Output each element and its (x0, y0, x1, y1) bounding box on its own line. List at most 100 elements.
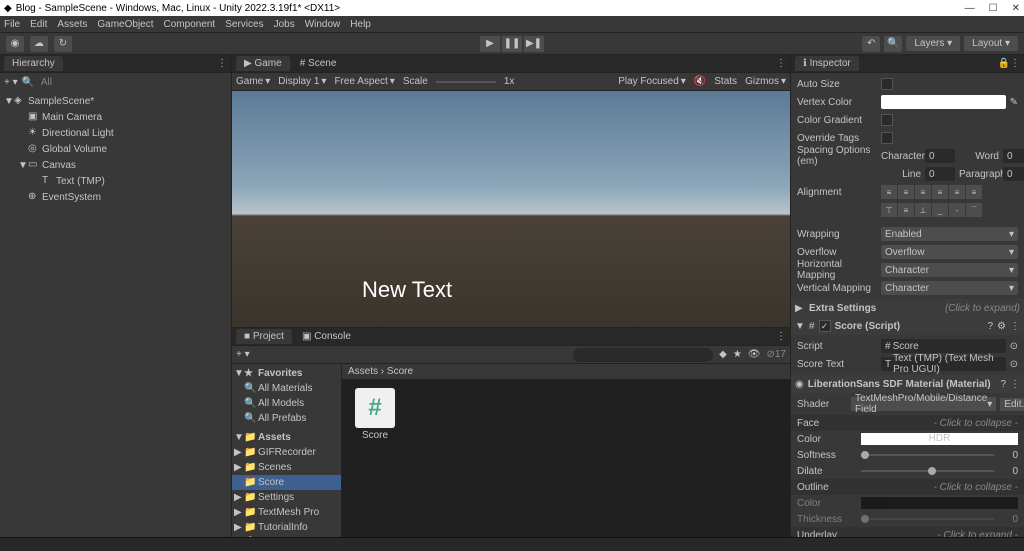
shader-dropdown[interactable]: TextMeshPro/Mobile/Distance Field▾ (851, 397, 996, 411)
material-header[interactable]: ◉ LiberationSans SDF Material (Material)… (791, 375, 1024, 393)
tab-project[interactable]: ■ Project (236, 329, 292, 344)
edit-button[interactable]: Edit... (1000, 398, 1024, 411)
tab-game[interactable]: ▶ Game (236, 56, 290, 71)
visibility-icon[interactable]: 👁 (748, 349, 761, 360)
menu-jobs[interactable]: Jobs (274, 19, 295, 30)
aspect-dropdown[interactable]: Free Aspect ▾ (334, 76, 394, 87)
gizmos-dropdown[interactable]: Gizmos ▾ (745, 76, 786, 87)
dilate-slider[interactable] (861, 470, 994, 472)
align-center-button[interactable]: ≡ (898, 185, 914, 199)
project-search[interactable] (573, 348, 713, 362)
align-left-button[interactable]: ≡ (881, 185, 897, 199)
filter-icon[interactable]: ◆ (719, 349, 727, 360)
menu-gameobject[interactable]: GameObject (97, 19, 153, 30)
search-icon[interactable]: 🔍 (884, 36, 902, 52)
close-button[interactable]: ✕ (1012, 3, 1020, 14)
align-right-button[interactable]: ≡ (915, 185, 931, 199)
favorite-icon[interactable]: ★ (733, 349, 742, 360)
preset-icon[interactable]: ⚙ (997, 321, 1006, 332)
folder-tutorialinfo[interactable]: ▶📁TutorialInfo (232, 520, 341, 535)
menu-icon[interactable]: ⋮ (1010, 379, 1020, 390)
panel-menu-icon[interactable]: ⋮ (217, 58, 227, 69)
play-button[interactable]: ▶ (480, 36, 500, 52)
vertical-mapping-dropdown[interactable]: Character▾ (881, 281, 1018, 295)
create-icon[interactable]: + ▾ (236, 349, 250, 360)
softness-value[interactable]: 0 (998, 450, 1018, 461)
hierarchy-search[interactable]: 🔍 All (22, 77, 227, 88)
override-tags-checkbox[interactable] (881, 132, 893, 144)
layout-dropdown[interactable]: Layout ▾ (964, 36, 1018, 51)
maximize-button[interactable]: ☐ (989, 3, 998, 14)
align-flush-button[interactable]: ≡ (949, 185, 965, 199)
panel-menu-icon[interactable]: ⋮ (1010, 58, 1020, 69)
folder-score[interactable]: 📁Score (232, 475, 341, 490)
overflow-dropdown[interactable]: Overflow▾ (881, 245, 1018, 259)
game-dropdown[interactable]: Game ▾ (236, 76, 270, 87)
play-focused-dropdown[interactable]: Play Focused ▾ (618, 76, 686, 87)
tree-row-camera[interactable]: ▣Main Camera (0, 109, 231, 125)
align-midline-button[interactable]: - (949, 203, 965, 217)
align-baseline-button[interactable]: _ (932, 203, 948, 217)
step-button[interactable]: ▶❚ (524, 36, 544, 52)
tree-row-volume[interactable]: ◎Global Volume (0, 141, 231, 157)
spacing-character-field[interactable]: 0 (925, 149, 955, 163)
vertex-color-swatch[interactable] (881, 95, 1006, 109)
folder-gifrecorder[interactable]: ▶📁GIFRecorder (232, 445, 341, 460)
tree-row-eventsystem[interactable]: ⊕EventSystem (0, 189, 231, 205)
spacing-line-field[interactable]: 0 (925, 167, 955, 181)
scale-slider[interactable] (436, 81, 496, 83)
horizontal-mapping-dropdown[interactable]: Character▾ (881, 263, 1018, 277)
pause-button[interactable]: ❚❚ (502, 36, 522, 52)
tab-inspector[interactable]: ℹ Inspector (795, 56, 859, 71)
tree-row-text-tmp[interactable]: TText (TMP) (0, 173, 231, 189)
history-icon[interactable]: ↻ (54, 36, 72, 52)
fav-all-materials[interactable]: 🔍All Materials (232, 381, 341, 396)
folder-scenes[interactable]: ▶📁Scenes (232, 460, 341, 475)
asset-score[interactable]: # Score (350, 388, 400, 441)
spacing-paragraph-field[interactable]: 0 (1003, 167, 1024, 181)
tree-row-scene[interactable]: ▼◈SampleScene* (0, 93, 231, 109)
align-middle-button[interactable]: ≡ (898, 203, 914, 217)
score-script-header[interactable]: ▼ # Score (Script) ? ⚙ ⋮ (791, 317, 1024, 335)
face-header[interactable]: Face- Click to collapse - (791, 415, 1024, 431)
tree-row-light[interactable]: ☀Directional Light (0, 125, 231, 141)
mute-icon[interactable]: 🔇 (694, 76, 706, 87)
outline-header[interactable]: Outline- Click to collapse - (791, 479, 1024, 495)
thickness-value[interactable]: 0 (998, 514, 1018, 525)
softness-slider[interactable] (861, 454, 994, 456)
menu-component[interactable]: Component (164, 19, 216, 30)
stats-button[interactable]: Stats (714, 76, 737, 87)
panel-menu-icon[interactable]: ⋮ (776, 331, 786, 342)
underlay-header[interactable]: Underlay- Click to expand - (791, 527, 1024, 537)
folder-settings[interactable]: ▶📁Settings (232, 490, 341, 505)
align-justify-button[interactable]: ≡ (932, 185, 948, 199)
tab-hierarchy[interactable]: Hierarchy (4, 56, 63, 71)
fav-all-prefabs[interactable]: 🔍All Prefabs (232, 411, 341, 426)
panel-menu-icon[interactable]: ⋮ (776, 58, 786, 69)
menu-file[interactable]: File (4, 19, 20, 30)
menu-window[interactable]: Window (305, 19, 341, 30)
menu-help[interactable]: Help (350, 19, 371, 30)
object-picker-icon[interactable]: ⊙ (1010, 359, 1018, 370)
menu-icon[interactable]: ⋮ (1010, 321, 1020, 332)
outline-color-swatch[interactable] (861, 497, 1018, 509)
lock-icon[interactable]: 🔒 (998, 58, 1010, 69)
eyedropper-icon[interactable]: ✎ (1010, 97, 1018, 108)
score-enabled-checkbox[interactable] (819, 320, 831, 332)
color-gradient-checkbox[interactable] (881, 114, 893, 126)
auto-size-checkbox[interactable] (881, 78, 893, 90)
thickness-slider[interactable] (861, 518, 994, 520)
score-text-field[interactable]: TText (TMP) (Text Mesh Pro UGUI) (881, 357, 1006, 371)
menu-services[interactable]: Services (225, 19, 263, 30)
undo-icon[interactable]: ↶ (862, 36, 880, 52)
help-icon[interactable]: ? (987, 321, 993, 332)
align-bottom-button[interactable]: ⊥ (915, 203, 931, 217)
tree-row-canvas[interactable]: ▼▭Canvas (0, 157, 231, 173)
minimize-button[interactable]: — (965, 3, 975, 14)
fav-all-models[interactable]: 🔍All Models (232, 396, 341, 411)
align-capline-button[interactable]: ¯ (966, 203, 982, 217)
menu-edit[interactable]: Edit (30, 19, 47, 30)
object-picker-icon[interactable]: ⊙ (1010, 341, 1018, 352)
favorites-header[interactable]: ▼★Favorites (232, 366, 341, 381)
account-icon[interactable]: ◉ (6, 36, 24, 52)
